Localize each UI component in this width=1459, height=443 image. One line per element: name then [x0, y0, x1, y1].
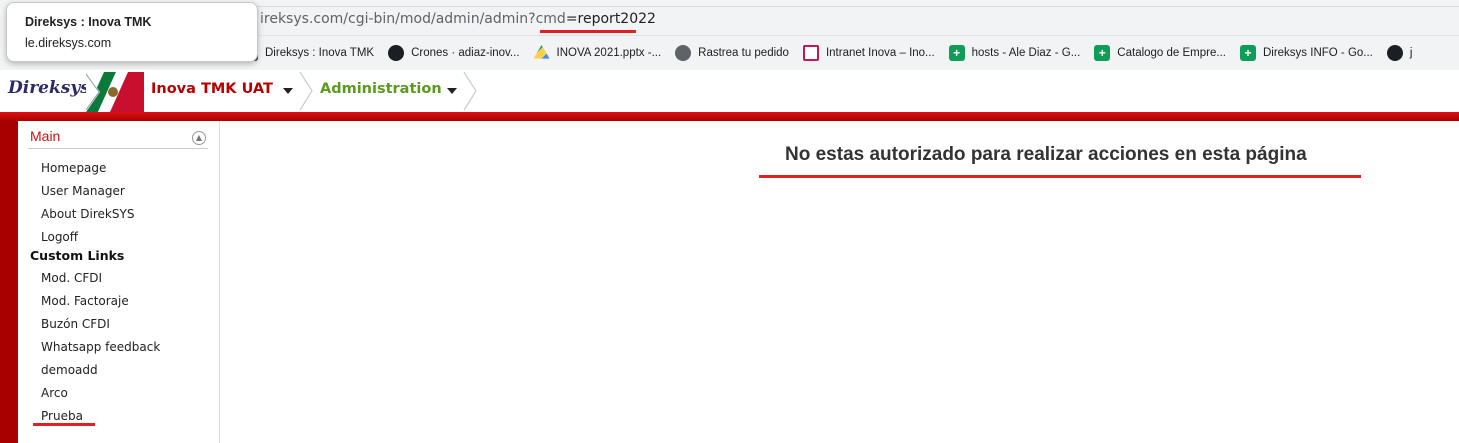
- breadcrumb-separator-icon: [463, 72, 477, 110]
- sidebar-item-about[interactable]: About DirekSYS: [41, 207, 134, 221]
- bookmark-label: Intranet Inova – Ino...: [825, 47, 935, 59]
- sidebar-main-header[interactable]: Main: [30, 128, 60, 144]
- breadcrumb-administration[interactable]: Administration: [320, 81, 442, 97]
- tooltip-title: Direksys : Inova TMK: [25, 15, 152, 29]
- bookmark-hosts[interactable]: + hosts - Ale Diaz - G...: [948, 45, 1081, 61]
- left-red-border: [0, 121, 18, 443]
- company-dropdown-icon[interactable]: [283, 88, 293, 94]
- sidebar-item-demoadd[interactable]: demoadd: [41, 363, 98, 377]
- bookmark-direksys[interactable]: Direksys : Inova TMK: [250, 45, 374, 61]
- header-red-band: [0, 112, 1459, 121]
- bookmark-label: Catalogo de Empre...: [1117, 47, 1226, 59]
- sheets-icon: +: [1239, 45, 1256, 61]
- direksys-logo[interactable]: Direksys: [8, 78, 90, 98]
- bookmark-label: Crones · adiaz-inov...: [411, 47, 520, 59]
- sidebar-item-mod-factoraje[interactable]: Mod. Factoraje: [41, 294, 129, 308]
- tooltip-host: le.direksys.com: [25, 36, 112, 50]
- url-text: ireksys.com/cgi-bin/mod/admin/admin?cmd: [260, 11, 566, 27]
- github-icon: [1386, 45, 1403, 61]
- breadcrumb-separator-icon: [299, 72, 313, 110]
- sidebar-item-prueba[interactable]: Prueba: [41, 409, 83, 423]
- bookmark-intranet[interactable]: Intranet Inova – Ino...: [802, 45, 935, 61]
- bookmark-label: Direksys INFO - Go...: [1262, 47, 1373, 59]
- sidebar-item-buzon-cfdi[interactable]: Buzón CFDI: [41, 317, 110, 331]
- tab-hover-tooltip: Direksys : Inova TMK le.direksys.com: [6, 2, 258, 62]
- sidebar-item-arco[interactable]: Arco: [41, 386, 68, 400]
- sheets-icon: +: [1094, 45, 1111, 61]
- collapse-icon[interactable]: ▲: [192, 131, 206, 145]
- sidebar-item-mod-cfdi[interactable]: Mod. CFDI: [41, 271, 102, 285]
- breadcrumb-company[interactable]: Inova TMK UAT: [151, 81, 273, 97]
- bookmark-label: Direksys : Inova TMK: [265, 47, 375, 59]
- bookmark-inova-pptx[interactable]: INOVA 2021.pptx -...: [533, 45, 662, 61]
- sidebar-item-whatsapp-feedback[interactable]: Whatsapp feedback: [41, 340, 160, 354]
- sidebar-item-user-manager[interactable]: User Manager: [41, 184, 125, 198]
- bookmark-catalogo[interactable]: + Catalogo de Empre...: [1094, 45, 1226, 61]
- sheets-icon: +: [948, 45, 965, 61]
- bookmark-crones[interactable]: Crones · adiaz-inov...: [388, 45, 520, 61]
- bookmark-github-j[interactable]: j: [1386, 45, 1413, 61]
- bookmark-rastrea[interactable]: Rastrea tu pedido: [675, 45, 789, 61]
- logo-text: Direksys: [8, 78, 90, 98]
- intranet-icon: [802, 45, 819, 61]
- message-annotation-underline: [759, 175, 1361, 178]
- bookmark-label: hosts - Ale Diaz - G...: [971, 47, 1081, 59]
- bookmarks-bar: Direksys : Inova TMK Crones · adiaz-inov…: [250, 41, 1426, 65]
- unauthorized-message: No estas autorizado para realizar accion…: [785, 144, 1307, 165]
- address-url[interactable]: ireksys.com/cgi-bin/mod/admin/admin?cmd=…: [260, 11, 656, 27]
- sidebar-item-homepage[interactable]: Homepage: [41, 161, 106, 175]
- bookmark-label: INOVA 2021.pptx -...: [556, 47, 662, 59]
- prueba-annotation-underline: [33, 423, 95, 426]
- url-annotation-underline: [540, 30, 636, 33]
- mexico-flag-icon: [86, 72, 144, 112]
- sidebar-item-logoff[interactable]: Logoff: [41, 230, 78, 244]
- bookmark-label: j: [1409, 47, 1413, 59]
- bookmark-direksys-info[interactable]: + Direksys INFO - Go...: [1239, 45, 1373, 61]
- drive-icon: [533, 45, 550, 59]
- url-query-text: =report2022: [565, 11, 656, 27]
- custom-links-header: Custom Links: [30, 248, 125, 263]
- globe-icon: [675, 45, 692, 61]
- divider: [28, 148, 208, 149]
- github-icon: [388, 45, 405, 61]
- bookmark-label: Rastrea tu pedido: [698, 47, 789, 59]
- administration-dropdown-icon[interactable]: [447, 88, 457, 94]
